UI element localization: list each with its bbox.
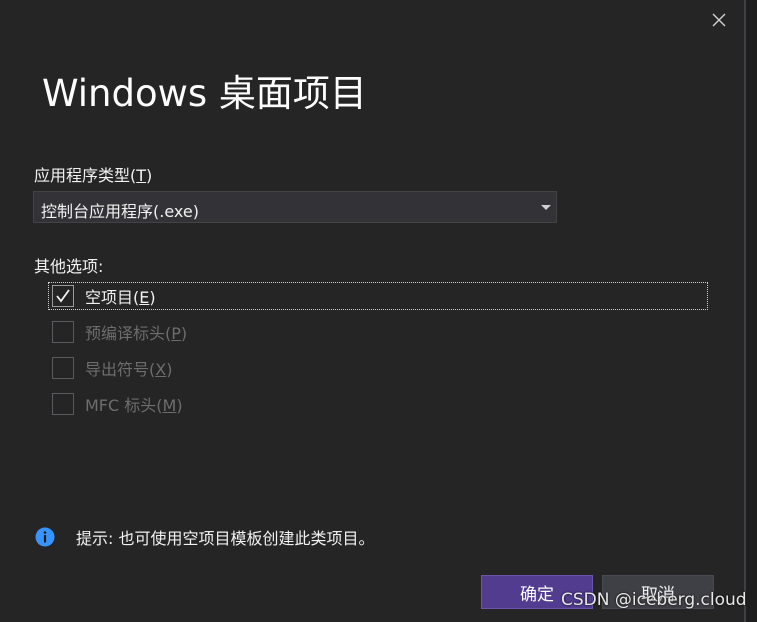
dialog-title: Windows 桌面项目 — [42, 72, 367, 115]
option-label: 空项目(E) — [85, 288, 156, 307]
option-export-symbols[interactable]: 导出符号(X) — [52, 355, 172, 381]
option-label: 预编译标头(P) — [85, 324, 188, 343]
export-symbols-checkbox[interactable] — [52, 357, 74, 379]
close-icon — [712, 13, 726, 27]
other-options-label: 其他选项: — [34, 257, 104, 276]
precompiled-header-checkbox[interactable] — [52, 321, 74, 343]
hint-row: 提示: 也可使用空项目模板创建此类项目。 — [35, 525, 374, 549]
hint-text: 提示: 也可使用空项目模板创建此类项目。 — [76, 529, 375, 548]
close-button[interactable] — [706, 8, 732, 32]
checkmark-icon — [56, 289, 70, 303]
option-label: MFC 标头(M) — [85, 396, 183, 415]
option-mfc-header[interactable]: MFC 标头(M) — [52, 391, 183, 417]
dialog-right-border — [744, 0, 746, 622]
option-empty-project[interactable]: 空项目(E) — [48, 282, 708, 310]
watermark: CSDN @iceberg.cloud — [561, 590, 747, 610]
app-type-selected-value: 控制台应用程序(.exe) — [41, 202, 199, 221]
option-precompiled-header[interactable]: 预编译标头(P) — [52, 319, 187, 345]
info-icon — [35, 527, 55, 547]
new-project-dialog: Windows 桌面项目 应用程序类型(T) 控制台应用程序(.exe) 其他选… — [0, 0, 744, 622]
chevron-down-icon — [541, 205, 551, 210]
empty-project-checkbox[interactable] — [52, 285, 74, 307]
app-type-select[interactable]: 控制台应用程序(.exe) — [33, 191, 557, 223]
mfc-header-checkbox[interactable] — [52, 393, 74, 415]
app-type-label: 应用程序类型(T) — [34, 166, 153, 185]
option-label: 导出符号(X) — [85, 360, 173, 379]
